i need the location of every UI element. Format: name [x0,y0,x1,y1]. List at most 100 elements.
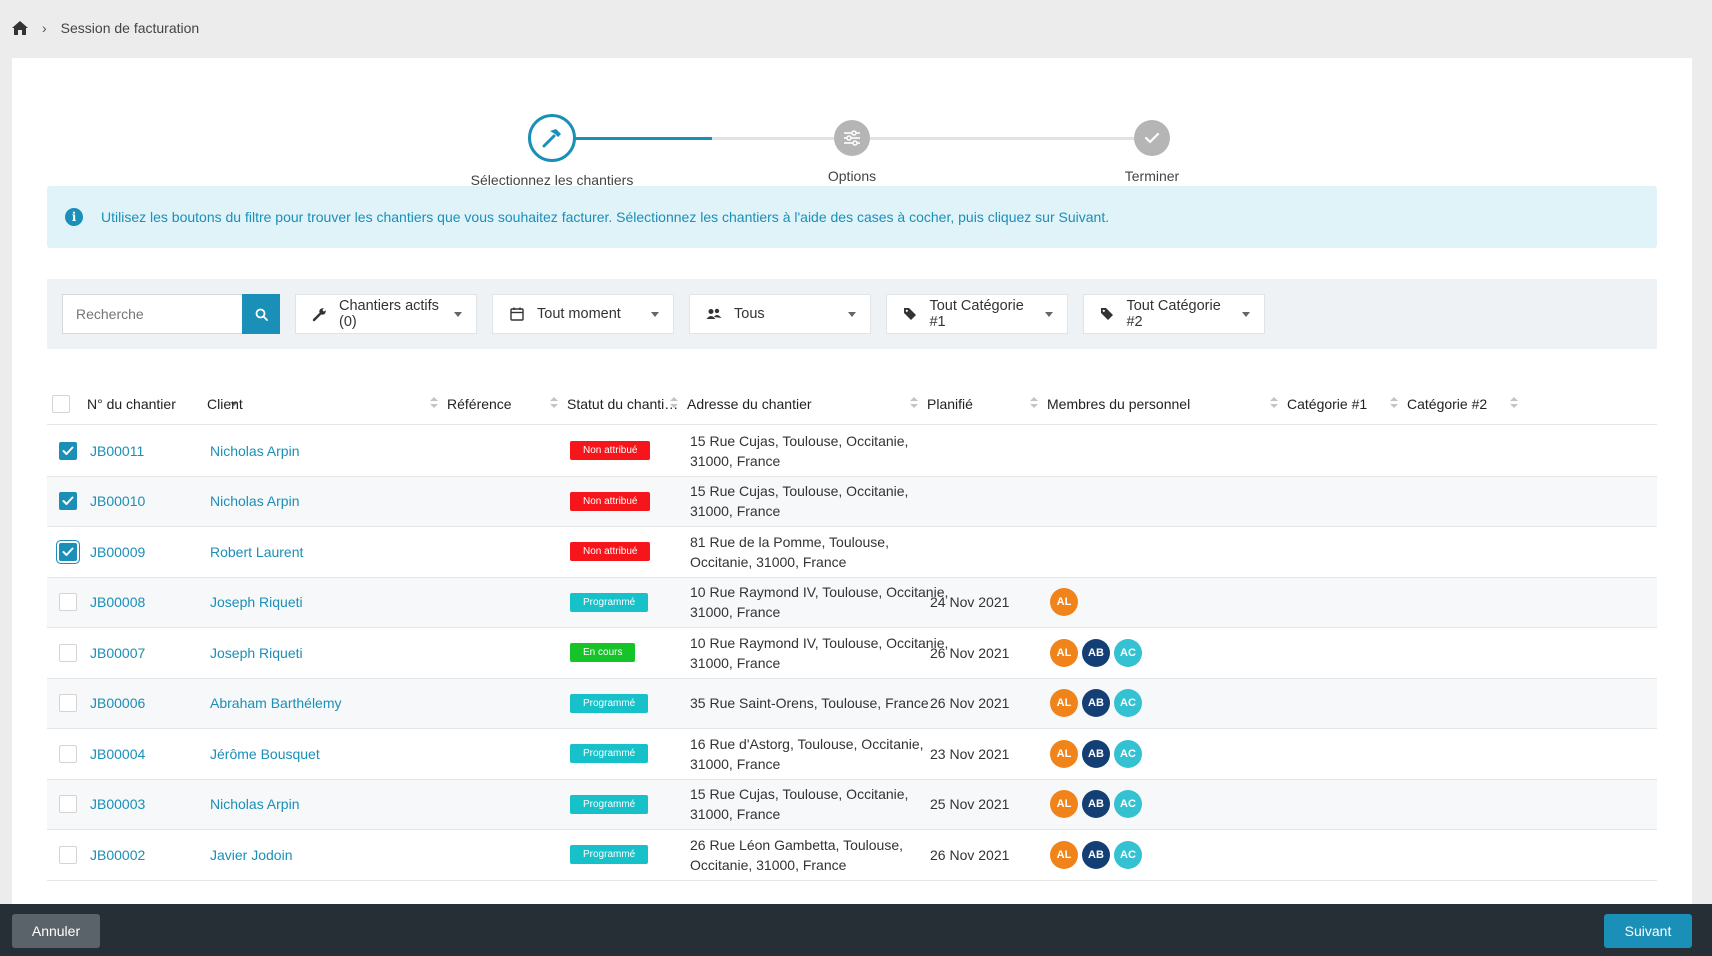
info-icon: i [65,208,83,226]
status-cell: Programmé [570,729,649,779]
client-link[interactable]: Robert Laurent [210,527,303,577]
breadcrumb-current: Session de facturation [60,20,200,36]
members-cell: AL AB AC [1050,628,1142,678]
chevron-down-icon [1045,311,1053,317]
job-number-link[interactable]: JB00003 [90,780,145,830]
chevron-down-icon [1242,311,1250,317]
members-cell: AL AB AC [1050,780,1142,830]
job-number-link[interactable]: JB00011 [90,426,144,476]
table-row[interactable]: JB00004 Jérôme Bousquet Programmé 16 Rue… [47,729,1657,780]
address-line2: 31000, France [690,452,781,469]
client-link[interactable]: Nicholas Arpin [210,477,300,527]
status-badge: Programmé [570,845,649,865]
home-icon[interactable] [12,21,28,35]
status-cell: Non attribué [570,426,651,476]
column-header-reference[interactable]: Référence [447,383,567,425]
table-header: N° du chantier Client Référence Statut d… [47,383,1657,425]
avatar: AL [1050,689,1078,718]
search-group [62,294,280,334]
table-row[interactable]: JB00006 Abraham Barthélemy Programmé 35 … [47,678,1657,729]
search-input[interactable] [62,294,242,334]
next-button[interactable]: Suivant [1604,914,1692,948]
job-number-link[interactable]: JB00004 [90,729,145,779]
column-label: Adresse du chantier [687,396,812,412]
column-label: Statut du chanti… [567,396,679,412]
job-number-link[interactable]: JB00002 [90,830,145,880]
column-header-client[interactable]: Client [207,383,447,425]
client-link[interactable]: Nicholas Arpin [210,426,300,476]
row-checkbox-cell [59,527,77,577]
filter-period-dropdown[interactable]: Tout moment [492,294,674,334]
row-checkbox[interactable] [59,643,77,662]
row-checkbox[interactable] [59,441,77,460]
column-header-address[interactable]: Adresse du chantier [687,383,927,425]
avatar: AL [1050,638,1078,667]
row-checkbox[interactable] [59,694,77,713]
filter-members-dropdown[interactable]: Tous [689,294,871,334]
client-link[interactable]: Joseph Riqueti [210,628,303,678]
client-link[interactable]: Nicholas Arpin [210,780,300,830]
address-cell: 81 Rue de la Pomme, Toulouse, Occitanie, … [690,527,889,577]
status-badge: Programmé [570,592,649,612]
cancel-button[interactable]: Annuler [12,914,100,948]
client-link[interactable]: Joseph Riqueti [210,578,303,628]
row-checkbox-cell [59,830,77,880]
address-cell: 15 Rue Cujas, Toulouse, Occitanie, 31000,… [690,477,908,527]
members-cell: AL AB AC [1050,679,1142,729]
row-checkbox[interactable] [59,795,77,814]
members-cell: AL AB AC [1050,729,1142,779]
column-label: Catégorie #2 [1407,396,1488,412]
column-label: Planifié [927,396,973,412]
address-line2: Occitanie, 31000, France [690,856,847,873]
table-row[interactable]: JB00009 Robert Laurent Non attribué 81 R… [47,527,1657,578]
planned-date: 26 Nov 2021 [930,846,1010,863]
search-button[interactable] [242,294,280,334]
row-checkbox[interactable] [59,593,77,612]
row-checkbox[interactable] [59,744,77,763]
table-row[interactable]: JB00007 Joseph Riqueti En cours 10 Rue R… [47,628,1657,679]
address-line1: 26 Rue Léon Gambetta, Toulouse, [690,836,904,853]
sort-icon [670,397,678,411]
job-number-link[interactable]: JB00007 [90,628,145,678]
client-link[interactable]: Jérôme Bousquet [210,729,320,779]
status-cell: Programmé [570,830,649,880]
client-link[interactable]: Javier Jodoin [210,830,293,880]
column-header-cat1[interactable]: Catégorie #1 [1287,383,1407,425]
address-line1: 35 Rue Saint-Orens, Toulouse, France [690,695,929,712]
table-row[interactable]: JB00002 Javier Jodoin Programmé 26 Rue L… [47,830,1657,881]
column-label: Référence [447,396,512,412]
status-cell: En cours [570,628,636,678]
job-number-link[interactable]: JB00009 [90,527,145,577]
row-checkbox[interactable] [59,492,77,511]
column-header-planned[interactable]: Planifié [927,383,1047,425]
filter-category1-dropdown[interactable]: Tout Catégorie #1 [886,294,1068,334]
row-checkbox[interactable] [59,542,77,561]
avatar: AC [1114,840,1142,869]
column-header-status[interactable]: Statut du chanti… [567,383,687,425]
job-number-link[interactable]: JB00008 [90,578,145,628]
column-label: Membres du personnel [1047,396,1191,412]
filter-chantiers-dropdown[interactable]: Chantiers actifs (0) [295,294,477,334]
row-checkbox-cell [59,780,77,830]
filter-category2-dropdown[interactable]: Tout Catégorie #2 [1083,294,1265,334]
table-row[interactable]: JB00011 Nicholas Arpin Non attribué 15 R… [47,426,1657,477]
address-line1: 10 Rue Raymond IV, Toulouse, Occitanie, [690,634,949,651]
row-checkbox[interactable] [59,845,77,864]
job-number-link[interactable]: JB00010 [90,477,145,527]
column-header-cat2[interactable]: Catégorie #2 [1407,383,1519,425]
planned-date: 23 Nov 2021 [930,745,1010,762]
table-row[interactable]: JB00003 Nicholas Arpin Programmé 15 Rue … [47,779,1657,830]
address-cell: 15 Rue Cujas, Toulouse, Occitanie, 31000,… [690,426,908,476]
column-header-members[interactable]: Membres du personnel [1047,383,1287,425]
avatar: AB [1082,689,1110,718]
client-link[interactable]: Abraham Barthélemy [210,679,342,729]
job-number-link[interactable]: JB00006 [90,679,145,729]
step-label: Terminer [1124,168,1180,184]
hammer-icon [528,114,576,162]
avatar: AL [1050,790,1078,819]
select-all-checkbox[interactable] [52,395,70,413]
table-row[interactable]: JB00008 Joseph Riqueti Programmé 10 Rue … [47,577,1657,628]
address-cell: 15 Rue Cujas, Toulouse, Occitanie, 31000,… [690,780,908,830]
table-row[interactable]: JB00010 Nicholas Arpin Non attribué 15 R… [47,476,1657,527]
avatar: AB [1082,840,1110,869]
